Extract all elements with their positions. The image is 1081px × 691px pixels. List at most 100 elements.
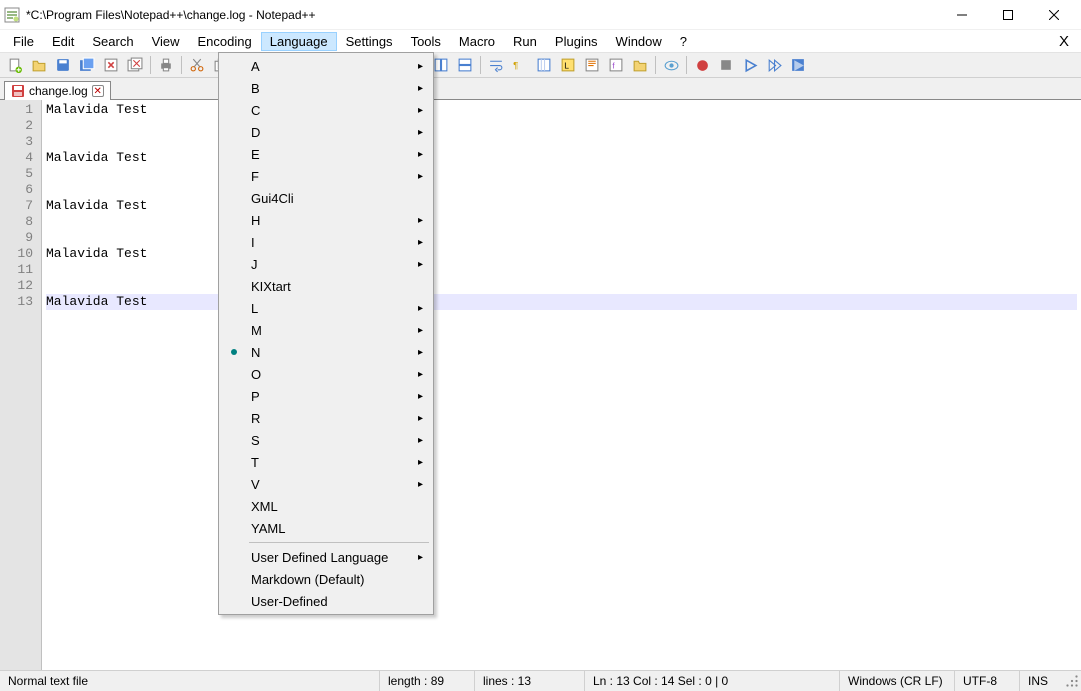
minimize-button[interactable] — [939, 0, 985, 30]
show-all-button[interactable]: ¶ — [509, 54, 531, 76]
submenu-arrow-icon: ▸ — [418, 369, 423, 380]
record-button[interactable] — [691, 54, 713, 76]
lang-item-p[interactable]: P▸ — [221, 385, 431, 407]
code-line[interactable] — [46, 134, 1077, 150]
play-multi-button[interactable] — [763, 54, 785, 76]
submenu-arrow-icon: ▸ — [418, 171, 423, 182]
lang-item-h[interactable]: H▸ — [221, 209, 431, 231]
menu-item-label: M — [251, 323, 262, 338]
save-button[interactable] — [52, 54, 74, 76]
save-all-icon — [79, 57, 95, 73]
resize-grip-icon[interactable] — [1063, 672, 1081, 690]
tab-close-icon[interactable]: ✕ — [92, 85, 104, 97]
udl-button[interactable]: L — [557, 54, 579, 76]
lang-item-gui4cli[interactable]: Gui4Cli — [221, 187, 431, 209]
lang-item-xml[interactable]: XML — [221, 495, 431, 517]
code-line[interactable] — [46, 278, 1077, 294]
lang-item-b[interactable]: B▸ — [221, 77, 431, 99]
new-file-button[interactable] — [4, 54, 26, 76]
lang-item-n[interactable]: N▸ — [221, 341, 431, 363]
svg-text:¶: ¶ — [513, 61, 518, 72]
code-line[interactable] — [46, 182, 1077, 198]
folder-button[interactable] — [629, 54, 651, 76]
menu-run[interactable]: Run — [504, 32, 546, 51]
line-number: 2 — [0, 118, 41, 134]
menu-language[interactable]: Language — [261, 32, 337, 51]
title-bar: *C:\Program Files\Notepad++\change.log -… — [0, 0, 1081, 30]
save-all-button[interactable] — [76, 54, 98, 76]
tab-changelog[interactable]: change.log ✕ — [4, 81, 111, 100]
play-button[interactable] — [739, 54, 761, 76]
cut-button[interactable] — [186, 54, 208, 76]
lang-item-d[interactable]: D▸ — [221, 121, 431, 143]
lang-item-user-defined-language[interactable]: User Defined Language▸ — [221, 546, 431, 568]
code-line[interactable]: Malavida Test — [46, 246, 1077, 262]
lang-item-kixtart[interactable]: KIXtart — [221, 275, 431, 297]
menu-edit[interactable]: Edit — [43, 32, 83, 51]
lang-item-m[interactable]: M▸ — [221, 319, 431, 341]
menu-help[interactable]: ? — [671, 32, 696, 51]
menu-window[interactable]: Window — [607, 32, 671, 51]
close-all-button[interactable] — [124, 54, 146, 76]
lang-item-yaml[interactable]: YAML — [221, 517, 431, 539]
editor-area: 12345678910111213 Malavida TestMalavida … — [0, 100, 1081, 670]
doc-map-icon — [584, 57, 600, 73]
lang-item-e[interactable]: E▸ — [221, 143, 431, 165]
menu-item-label: Gui4Cli — [251, 191, 294, 206]
lang-item-c[interactable]: C▸ — [221, 99, 431, 121]
lang-item-j[interactable]: J▸ — [221, 253, 431, 275]
code-line[interactable] — [46, 118, 1077, 134]
maximize-button[interactable] — [985, 0, 1031, 30]
lang-item-a[interactable]: A▸ — [221, 55, 431, 77]
lang-item-markdown-default-[interactable]: Markdown (Default) — [221, 568, 431, 590]
submenu-arrow-icon: ▸ — [418, 127, 423, 138]
code-editor[interactable]: Malavida Test Malavida Test Malavida Test M… — [42, 100, 1081, 670]
line-number: 9 — [0, 230, 41, 246]
lang-item-s[interactable]: S▸ — [221, 429, 431, 451]
lang-item-v[interactable]: V▸ — [221, 473, 431, 495]
menu-view[interactable]: View — [143, 32, 189, 51]
menu-item-label: YAML — [251, 521, 285, 536]
code-line[interactable] — [46, 214, 1077, 230]
code-line[interactable] — [46, 230, 1077, 246]
func-list-button[interactable]: f — [605, 54, 627, 76]
menu-search[interactable]: Search — [83, 32, 142, 51]
code-line[interactable] — [46, 262, 1077, 278]
indent-guide-button[interactable] — [533, 54, 555, 76]
menu-encoding[interactable]: Encoding — [189, 32, 261, 51]
line-number-gutter: 12345678910111213 — [0, 100, 42, 670]
menu-file[interactable]: File — [4, 32, 43, 51]
menu-settings[interactable]: Settings — [337, 32, 402, 51]
menubar-close-button[interactable]: X — [1051, 31, 1077, 52]
code-line[interactable]: Malavida Test — [46, 150, 1077, 166]
lang-item-f[interactable]: F▸ — [221, 165, 431, 187]
stop-button[interactable] — [715, 54, 737, 76]
sync-h-button[interactable] — [454, 54, 476, 76]
line-number: 6 — [0, 182, 41, 198]
lang-item-i[interactable]: I▸ — [221, 231, 431, 253]
wrap-button[interactable] — [485, 54, 507, 76]
close-button[interactable] — [100, 54, 122, 76]
status-eol: Windows (CR LF) — [840, 671, 955, 691]
save-macro-button[interactable] — [787, 54, 809, 76]
menu-plugins[interactable]: Plugins — [546, 32, 607, 51]
print-button[interactable] — [155, 54, 177, 76]
doc-map-button[interactable] — [581, 54, 603, 76]
window-title: *C:\Program Files\Notepad++\change.log -… — [26, 8, 939, 22]
submenu-arrow-icon: ▸ — [418, 347, 423, 358]
open-button[interactable] — [28, 54, 50, 76]
lang-item-l[interactable]: L▸ — [221, 297, 431, 319]
lang-item-r[interactable]: R▸ — [221, 407, 431, 429]
code-line[interactable]: Malavida Test — [46, 198, 1077, 214]
lang-item-o[interactable]: O▸ — [221, 363, 431, 385]
show-all-icon: ¶ — [512, 57, 528, 73]
lang-item-t[interactable]: T▸ — [221, 451, 431, 473]
menu-tools[interactable]: Tools — [402, 32, 450, 51]
code-line[interactable]: Malavida Test — [46, 102, 1077, 118]
close-button[interactable] — [1031, 0, 1077, 30]
code-line[interactable] — [46, 166, 1077, 182]
code-line[interactable]: Malavida Test — [46, 294, 1077, 310]
menu-macro[interactable]: Macro — [450, 32, 504, 51]
lang-item-user-defined[interactable]: User-Defined — [221, 590, 431, 612]
monitor-button[interactable] — [660, 54, 682, 76]
